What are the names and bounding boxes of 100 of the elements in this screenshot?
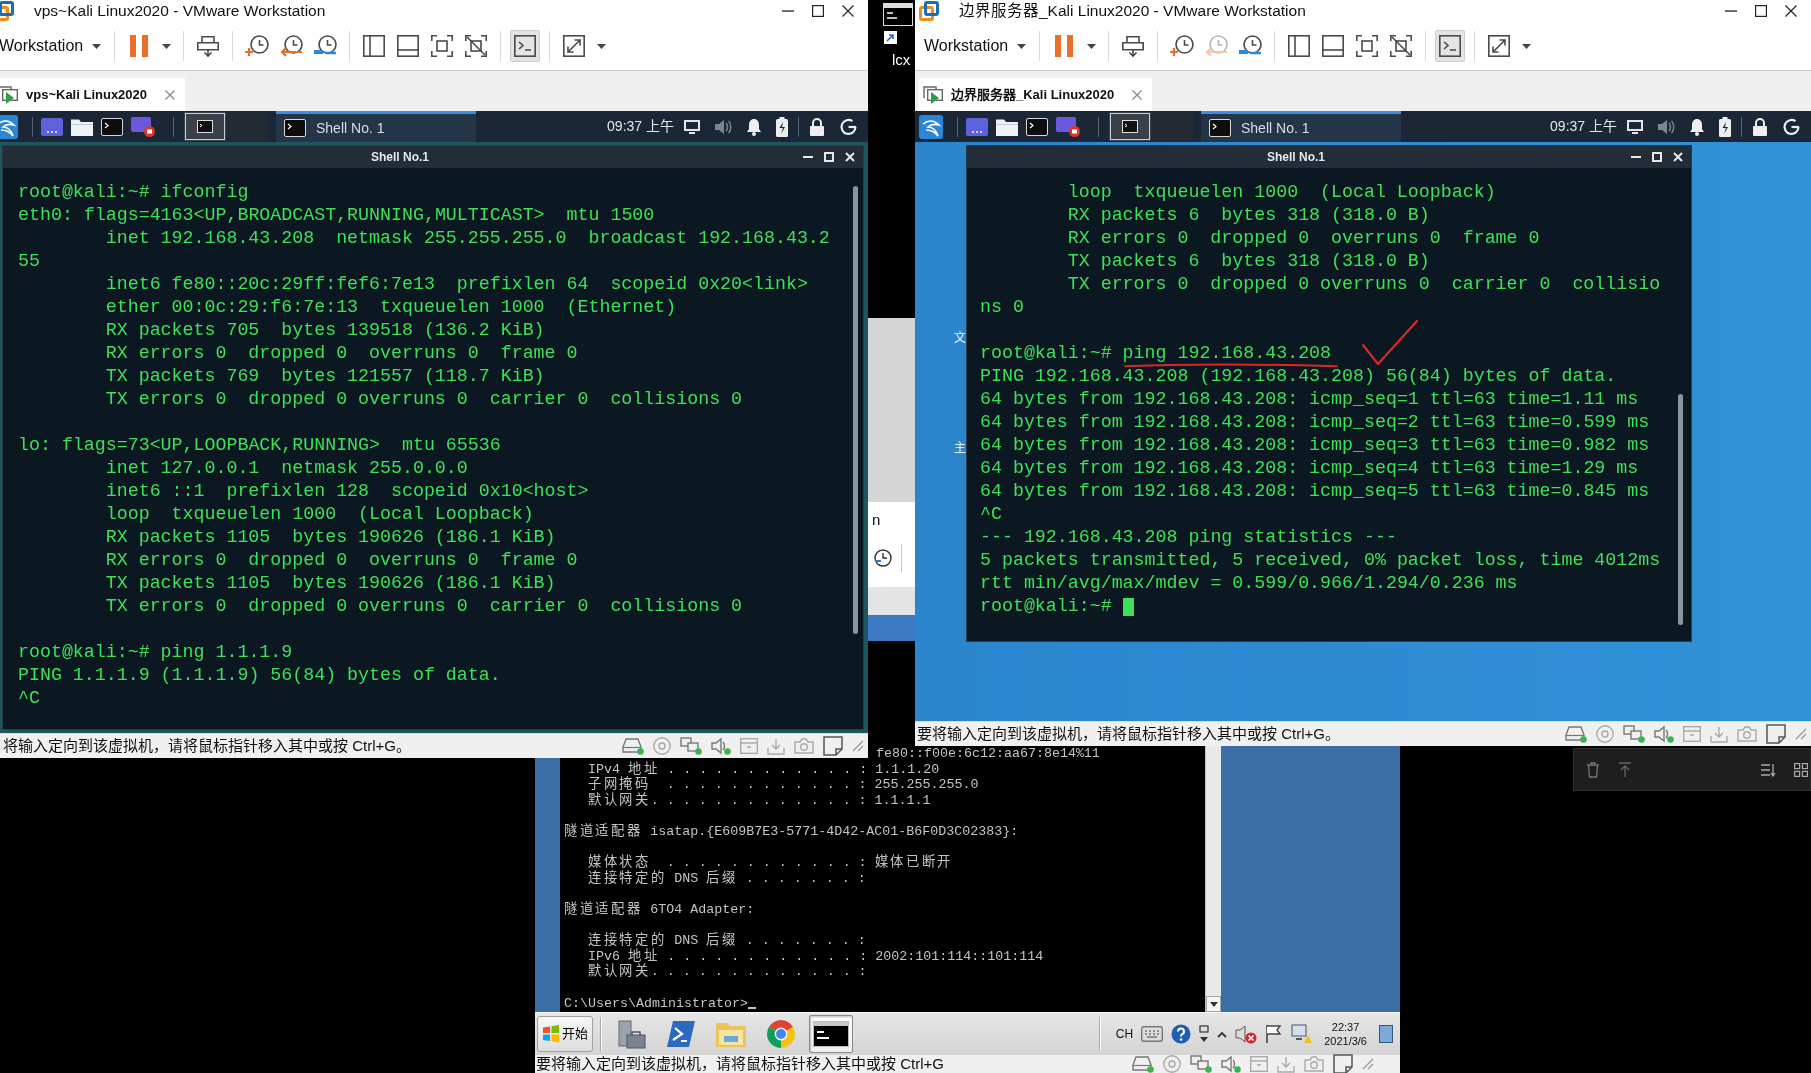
pause-icon[interactable] [1055,35,1074,57]
scrollbar[interactable] [1205,746,1221,1012]
menu-button[interactable]: Workstation [924,36,1027,56]
scrollbar[interactable] [1678,394,1683,625]
flag-icon[interactable] [1265,1024,1283,1044]
terminal-line: 64 bytes from 192.168.43.208: icmp_seq=4 ttl=63 time=1.29 ms [980,459,1639,478]
workspace-thumbnail[interactable] [226,112,268,141]
speaker-icon[interactable] [1654,725,1674,743]
screen-play-icon [923,85,943,104]
console-line: 隧道适配器 6TO4 Adapter: [564,901,755,918]
chevron-up-icon[interactable] [1217,1030,1228,1038]
taskbar-button[interactable]: Shell No. 1 [276,111,476,142]
language-indicator[interactable]: CH [1115,1027,1134,1041]
maximize-icon[interactable] [1755,5,1767,17]
caret-icon[interactable] [1209,1001,1218,1007]
console-shortcut-icon[interactable] [883,3,913,45]
prompt-tile-icon[interactable] [666,1020,696,1048]
taskbar-button[interactable]: Shell No. 1 [1201,111,1401,142]
caret-icon[interactable] [596,43,606,49]
terminal-line: PING 192.168.43.208 (192.168.43.208) 56(84) bytes of data. [980,367,1617,386]
folder-icon[interactable] [71,117,93,136]
keyboard-icon[interactable] [1141,1026,1164,1042]
help-icon[interactable] [1171,1024,1192,1044]
grid-icon[interactable] [1794,762,1808,777]
note-icon[interactable] [1766,724,1786,744]
terminal-line: loop txqueuelen 1000 (Local Loopback) [105,505,534,524]
console-line: 媒体状态 . . . . . . . . . . . . : 媒体已断开 [588,855,953,871]
terminal-line: --- 192.168.43.208 ping statistics --- [980,528,1397,547]
volume-icon[interactable] [714,118,732,135]
console-line: 隧道适配器 isatap.{E609B7E3-5771-4D42-AC01-B6F0D3C02383}: [564,823,1019,840]
volume-icon[interactable] [1657,118,1675,135]
caret-icon[interactable] [1086,43,1096,49]
workspace-thumbnail[interactable] [184,112,226,141]
screen-record-icon[interactable] [131,116,155,137]
resize-grip-icon[interactable] [852,740,864,752]
window-dots-icon[interactable] [966,117,988,136]
network-warning-icon[interactable] [1290,1024,1313,1044]
console-icon[interactable] [813,1021,849,1047]
muted-speaker-icon[interactable] [1235,1024,1258,1044]
display-icon[interactable] [1627,119,1643,134]
caret-icon[interactable] [161,43,171,49]
screen-record-icon[interactable] [1056,116,1080,137]
menu-logo-icon[interactable] [0,114,18,139]
caret-icon[interactable] [92,43,102,49]
close-icon[interactable] [1785,5,1797,17]
window-dots-icon[interactable] [41,117,63,136]
scroll-down-button[interactable] [1206,996,1221,1012]
move-top-icon[interactable] [1618,761,1632,778]
screen-play-icon [0,85,18,104]
note-icon[interactable] [823,736,843,756]
clock-icon[interactable] [874,549,892,567]
speaker-icon[interactable] [711,737,731,755]
logout-icon[interactable] [1782,118,1800,135]
lock-icon[interactable] [809,117,825,136]
vm-tab[interactable]: vps~Kali Linux2020 [0,78,186,111]
caret-icon[interactable] [1017,43,1027,49]
menu-logo-icon[interactable] [919,114,943,139]
network-icon[interactable] [680,737,702,755]
workspace-thumbnail[interactable] [1109,112,1151,141]
minimize-icon[interactable] [802,156,813,158]
speaker-icon[interactable] [1221,1055,1241,1073]
network-icon[interactable] [1623,725,1645,743]
resize-grip-icon[interactable] [1795,728,1807,740]
server-icon[interactable] [616,1019,646,1049]
bell-icon[interactable] [746,117,762,136]
clock-text: 09:37 上午 [1550,117,1617,136]
bell-icon[interactable] [1689,117,1705,136]
workspace-thumbnail[interactable] [1151,112,1193,141]
maximize-icon[interactable] [812,5,824,17]
pause-icon[interactable] [130,35,149,57]
round-browser-icon[interactable] [766,1019,796,1049]
terminal-line: TX packets 6 bytes 318 (318.0 B) [1067,252,1430,271]
window-caret-icon[interactable] [1199,1025,1210,1043]
logout-icon[interactable] [839,118,857,135]
lock-icon[interactable] [1752,117,1768,136]
caret-icon[interactable] [1521,43,1531,49]
folder-icon[interactable] [996,117,1018,136]
resize-grip-icon[interactable] [1362,1058,1374,1070]
close-icon[interactable] [842,5,854,17]
terminal-line: rtt min/avg/max/mdev = 0.599/0.966/1.294/0.236 ms [980,574,1518,593]
trash-icon[interactable] [1586,761,1600,778]
sort-icon[interactable] [1760,762,1776,777]
start-button[interactable]: 开始 [537,1016,593,1052]
console-line: IPv4 地址 . . . . . . . . . . . . : 1.1.1.20 [588,761,940,777]
show-desktop-icon[interactable] [1379,1025,1393,1043]
note-icon[interactable] [1333,1054,1353,1073]
display-icon[interactable] [684,119,700,134]
battery-icon[interactable] [1719,116,1731,137]
terminal-line: root@kali:~# [980,597,1112,616]
scrollbar[interactable] [853,186,858,634]
terminal-line: PING 1.1.1.9 (1.1.1.9) 56(84) bytes of data. [18,666,501,685]
taskbar-button[interactable] [809,1015,853,1053]
console-line: IPv6 地址 . . . . . . . . . . . . : 2002:101:114::101:114 [588,948,1044,964]
terminal-icon [197,120,213,133]
minimize-icon[interactable] [1630,156,1641,158]
battery-icon[interactable] [776,116,788,137]
terminal-icon [1122,120,1138,133]
vm-tab[interactable]: 边界服务器_Kali Linux2020 [919,78,1153,111]
network-icon[interactable] [1190,1055,1212,1073]
four-pane-flag-icon[interactable] [542,1025,560,1043]
